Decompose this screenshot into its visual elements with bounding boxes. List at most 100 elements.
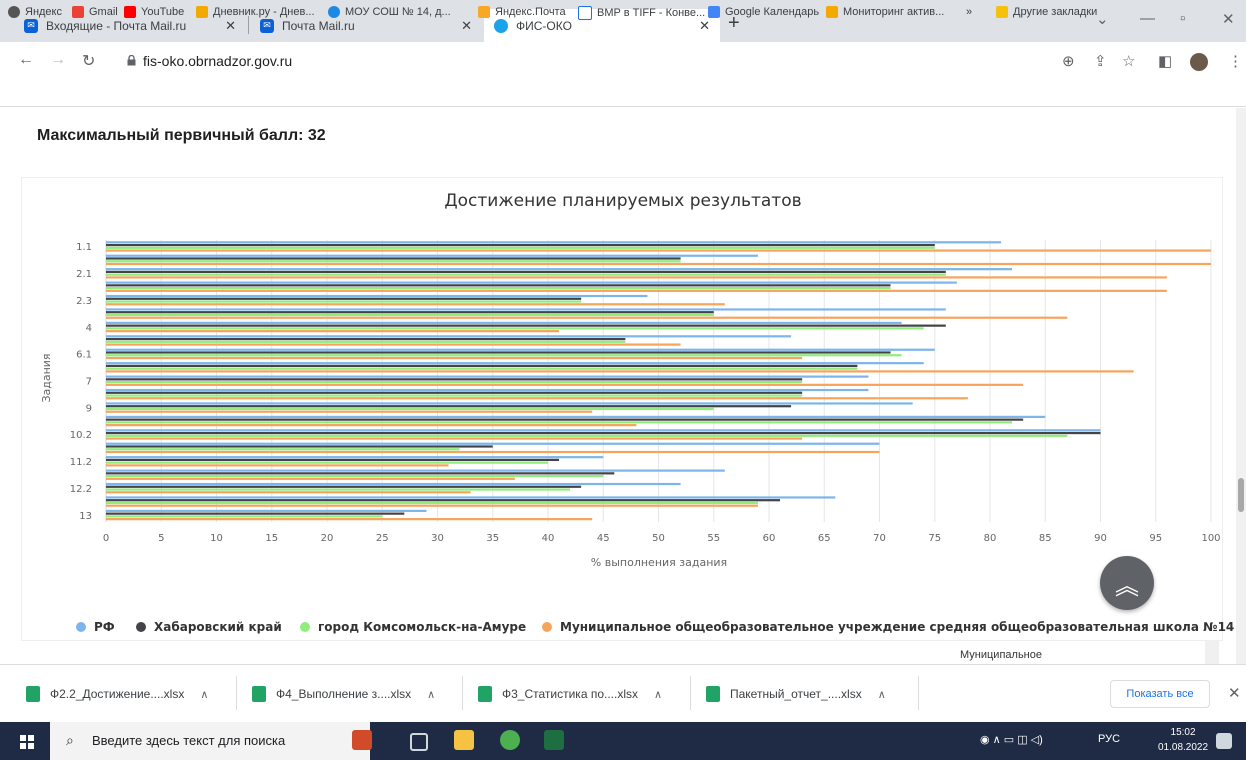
x-tick-label: 55 — [707, 533, 720, 544]
bar — [106, 367, 858, 370]
double-chevron-up-icon: ︽ — [1115, 572, 1139, 600]
table-header-municipal: Муниципальное — [960, 649, 1042, 661]
task-view-icon[interactable] — [410, 733, 428, 751]
bar — [106, 381, 803, 384]
legend-item-rf[interactable]: РФ — [76, 620, 115, 634]
x-tick-label: 65 — [818, 533, 831, 544]
bar — [106, 289, 1167, 292]
y-tick-label: 6.1 — [76, 350, 92, 361]
y-tick-label: 13 — [79, 511, 92, 522]
legend-item-khabarovsk[interactable]: Хабаровский край — [136, 620, 282, 634]
bar — [106, 249, 1211, 252]
x-tick-label: 95 — [1149, 533, 1162, 544]
bar — [106, 410, 593, 413]
download-item[interactable]: Ф4_Выполнение з....xlsx ∧ — [252, 686, 435, 702]
tray-icons[interactable]: ◉ ∧ ▭ ◫ ◁) — [980, 733, 1043, 746]
bar — [106, 351, 891, 354]
bar — [106, 294, 648, 298]
bar — [106, 512, 405, 515]
bar — [106, 364, 858, 368]
bar — [106, 262, 1211, 266]
page-scrollbar-thumb[interactable] — [1238, 478, 1244, 512]
bar — [106, 335, 792, 338]
bar — [106, 458, 560, 462]
x-tick-label: 85 — [1039, 533, 1052, 544]
bar — [106, 313, 714, 317]
y-axis-labels: 1.1 2.1 2.3 4 6.1 7 9 10.2 11.2 12.2 13 — [70, 242, 92, 522]
windows-start-icon[interactable] — [20, 735, 34, 749]
file-explorer-icon[interactable] — [454, 730, 474, 750]
bar — [106, 327, 924, 330]
download-item[interactable]: Пакетный_отчет_....xlsx ∧ — [706, 686, 886, 702]
bar — [106, 431, 1101, 435]
chevron-up-icon[interactable]: ∧ — [878, 688, 886, 701]
x-tick-label: 90 — [1094, 533, 1107, 544]
x-axis-labels: 0 5 10 15 20 25 30 35 40 45 50 55 60 65 70 75 80 85 90 95 10… — [103, 533, 1221, 544]
bar — [106, 434, 1068, 437]
x-tick-label: 70 — [873, 533, 886, 544]
excel-icon[interactable] — [544, 730, 564, 750]
bar — [106, 388, 869, 392]
bar — [106, 456, 604, 459]
bar — [106, 475, 604, 478]
bar — [106, 270, 946, 274]
show-all-downloads-button[interactable]: Показать все — [1110, 680, 1210, 708]
x-tick-label: 80 — [984, 533, 997, 544]
system-clock[interactable]: 15:02 01.08.2022 — [1158, 725, 1208, 755]
x-tick-label: 50 — [652, 533, 665, 544]
bar — [106, 330, 560, 333]
bar — [106, 311, 714, 314]
x-tick-label: 5 — [158, 533, 164, 544]
notifications-icon[interactable] — [1216, 733, 1232, 749]
legend-label: РФ — [94, 620, 115, 634]
x-tick-label: 10 — [210, 533, 223, 544]
language-indicator[interactable]: РУС — [1098, 733, 1120, 745]
bar — [106, 246, 935, 249]
close-downloads-icon[interactable]: ✕ — [1228, 684, 1241, 702]
y-tick-label: 1.1 — [76, 242, 92, 253]
chevron-up-icon[interactable]: ∧ — [654, 688, 662, 701]
cortana-icon[interactable] — [352, 730, 372, 750]
bar — [106, 260, 681, 263]
bar — [106, 276, 1167, 279]
x-axis-title: % выполнения задания — [591, 556, 727, 569]
legend-item-komsomolsk[interactable]: город Комсомольск-на-Амуре — [300, 620, 526, 634]
download-item[interactable]: Ф3_Статистика по....xlsx ∧ — [478, 686, 662, 702]
bar — [106, 383, 1024, 386]
download-item[interactable]: Ф2.2_Достижение....xlsx ∧ — [26, 686, 208, 702]
page-scrollbar[interactable] — [1236, 108, 1246, 664]
clock-time: 15:02 — [1170, 727, 1196, 738]
chrome-icon[interactable] — [500, 730, 520, 750]
bar — [106, 464, 449, 467]
bar — [106, 300, 582, 303]
scroll-to-top-button[interactable]: ︽ — [1100, 556, 1154, 610]
y-axis-title: Задания — [40, 353, 53, 402]
bar — [106, 515, 383, 518]
x-tick-label: 20 — [321, 533, 334, 544]
bar — [106, 348, 935, 351]
x-tick-label: 35 — [486, 533, 499, 544]
legend-item-school[interactable]: Муниципальное общеобразовательное учрежд… — [542, 620, 1234, 634]
bar — [106, 405, 792, 408]
bar — [106, 394, 803, 397]
bar — [106, 488, 571, 491]
download-filename: Ф4_Выполнение з....xlsx — [276, 687, 412, 701]
taskbar-search[interactable]: ⌕ Введите здесь текст для поиска — [50, 722, 370, 760]
bar — [106, 402, 913, 405]
bar — [106, 254, 758, 257]
x-tick-label: 30 — [431, 533, 444, 544]
bar — [106, 343, 681, 346]
bar — [106, 284, 891, 287]
bar — [106, 354, 902, 357]
excel-file-icon — [478, 686, 492, 702]
y-tick-label: 4 — [86, 323, 92, 334]
bar — [106, 501, 758, 505]
chevron-up-icon[interactable]: ∧ — [427, 688, 435, 701]
bar — [106, 281, 957, 284]
inner-scrollbar[interactable] — [1205, 640, 1219, 664]
chevron-up-icon[interactable]: ∧ — [200, 688, 208, 701]
legend-label: город Комсомольск-на-Амуре — [318, 620, 527, 634]
bar-chart: 1.1 2.1 2.3 4 6.1 7 9 10.2 11.2 12.2 13 0 5 10 15 20 25… — [40, 240, 1221, 569]
excel-file-icon — [26, 686, 40, 702]
y-tick-label: 10.2 — [70, 430, 92, 441]
